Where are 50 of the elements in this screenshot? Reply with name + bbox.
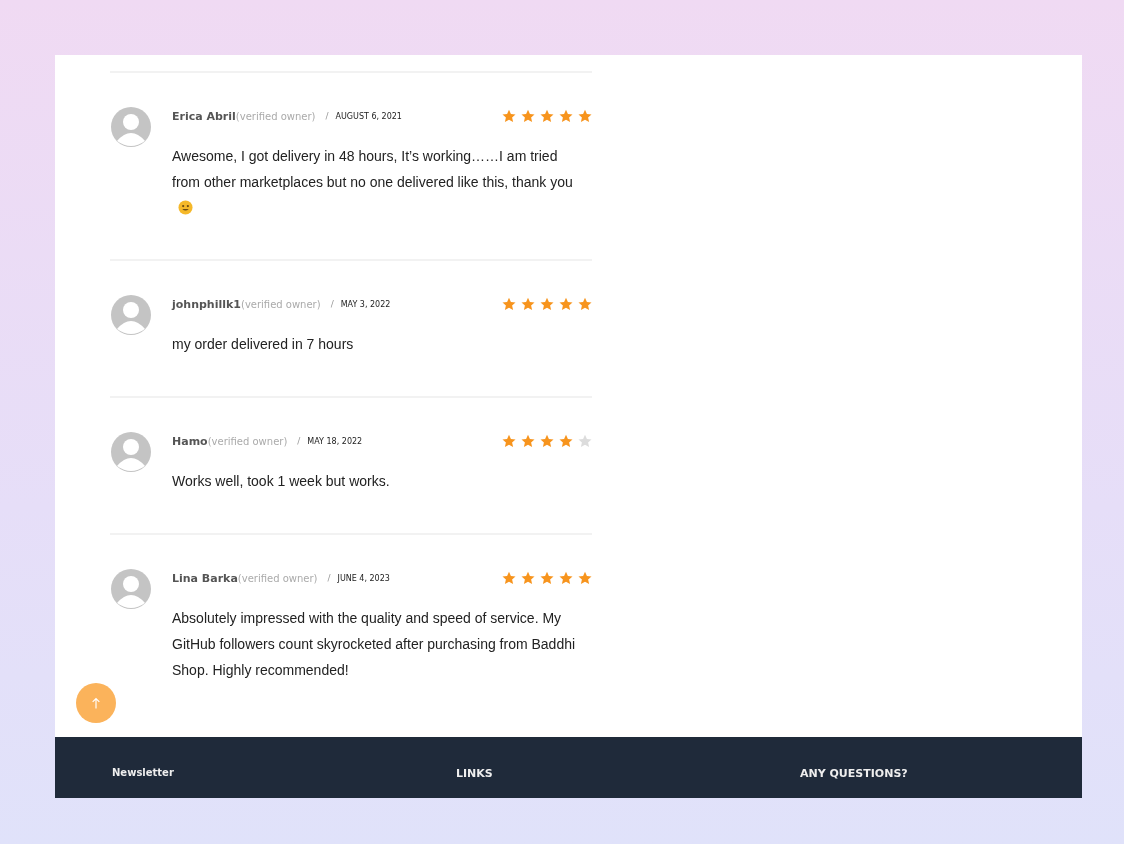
star-icon bbox=[540, 297, 554, 311]
review-author: Lina Barka bbox=[172, 571, 238, 585]
avatar-icon bbox=[111, 432, 151, 472]
review-author: johnphillk1 bbox=[172, 297, 241, 311]
footer-heading: Newsletter bbox=[112, 767, 174, 778]
star-icon bbox=[521, 571, 535, 585]
star-icon bbox=[559, 571, 573, 585]
star-icon bbox=[540, 571, 554, 585]
verified-label: (verified owner) bbox=[207, 435, 288, 447]
review-date: AUGUST 6, 2021 bbox=[335, 111, 402, 121]
verified-label: (verified owner) bbox=[237, 572, 318, 584]
separator-slash: / bbox=[297, 436, 301, 446]
star-icon bbox=[540, 434, 554, 448]
star-icon bbox=[502, 434, 516, 448]
avatar-icon bbox=[111, 569, 151, 609]
star-icon bbox=[559, 109, 573, 123]
review-text: Awesome, I got delivery in 48 hours, It’s working……I am tried from other marketplaces but no one delivered like this, thank you bbox=[172, 148, 573, 190]
footer-heading: ANY QUESTIONS? bbox=[800, 767, 908, 780]
review-author: Erica Abril bbox=[172, 109, 236, 123]
scroll-to-top-button[interactable] bbox=[76, 683, 116, 723]
separator-slash: / bbox=[327, 573, 331, 583]
review-date: JUNE 4, 2023 bbox=[337, 573, 390, 583]
star-icon bbox=[521, 434, 535, 448]
review-text: Absolutely impressed with the quality and speed of service. My GitHub followers count skyrocketed after purchasing from Baddhi Shop. Highly recommended! bbox=[172, 610, 576, 678]
verified-label: (verified owner) bbox=[241, 298, 321, 310]
star-icon bbox=[521, 297, 535, 311]
star-icon bbox=[559, 297, 573, 311]
review-date: MAY 18, 2022 bbox=[307, 436, 363, 446]
smiley-icon bbox=[178, 200, 193, 215]
review-date: MAY 3, 2022 bbox=[340, 299, 391, 309]
star-icon bbox=[578, 297, 592, 311]
star-icon bbox=[502, 571, 516, 585]
arrow-up-icon bbox=[91, 696, 101, 710]
footer-heading: LINKS bbox=[456, 767, 493, 780]
separator-slash: / bbox=[330, 299, 334, 309]
star-icon bbox=[578, 571, 592, 585]
review-text: my order delivered in 7 hours bbox=[172, 336, 354, 352]
review-text: Works well, took 1 week but works. bbox=[172, 473, 390, 489]
star-icon bbox=[559, 434, 573, 448]
separator-slash: / bbox=[325, 111, 329, 121]
avatar-icon bbox=[111, 295, 151, 335]
star-icon bbox=[502, 297, 516, 311]
star-icon bbox=[540, 109, 554, 123]
verified-label: (verified owner) bbox=[235, 110, 316, 122]
star-icon bbox=[578, 109, 592, 123]
avatar-icon bbox=[111, 107, 151, 147]
review-author: Hamo bbox=[172, 434, 208, 448]
star-icon bbox=[578, 434, 592, 448]
star-icon bbox=[521, 109, 535, 123]
star-icon bbox=[502, 109, 516, 123]
